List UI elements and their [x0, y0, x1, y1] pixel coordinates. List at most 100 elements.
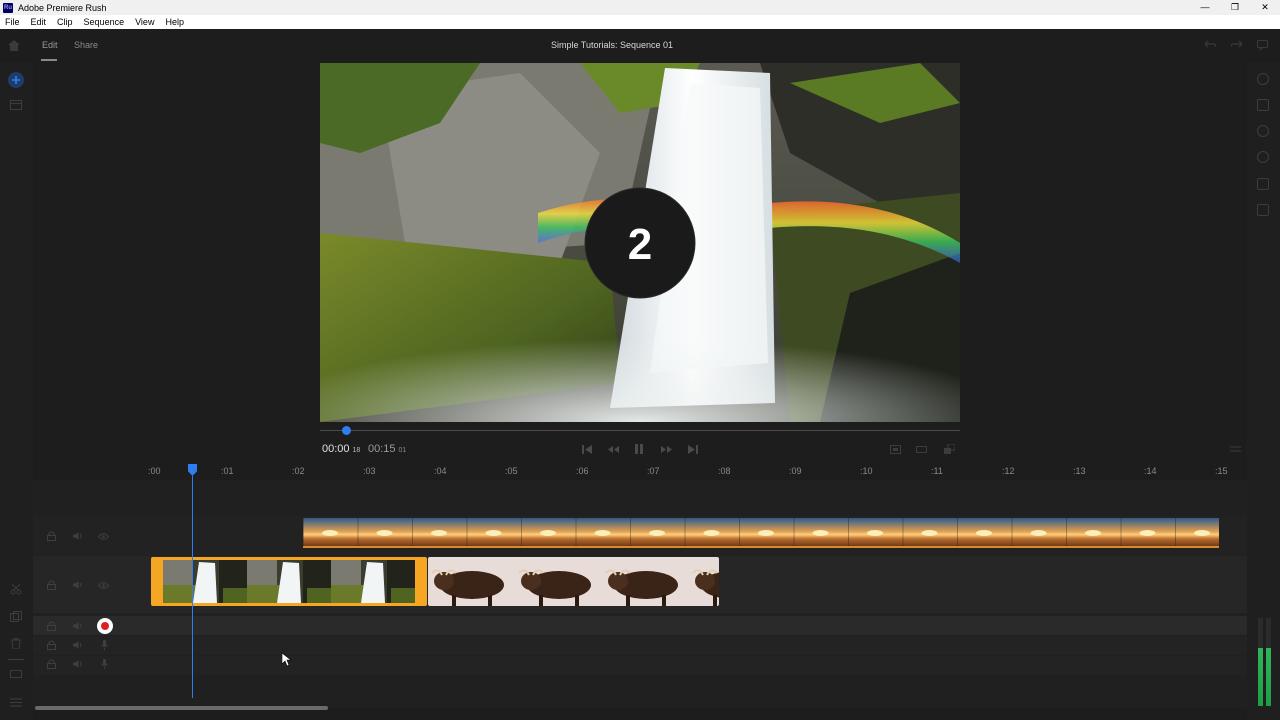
- duration-value: 00:15: [368, 443, 396, 455]
- tab-edit-underline: [41, 59, 57, 61]
- speaker-icon[interactable]: [73, 660, 83, 668]
- duration-time: 00:15 01: [368, 443, 406, 455]
- fullscreen-icon[interactable]: [944, 444, 955, 454]
- go-to-start-icon[interactable]: [582, 445, 592, 454]
- maximize-button[interactable]: ❐: [1220, 0, 1250, 15]
- highland-cattle-clip[interactable]: [428, 557, 719, 606]
- scrub-handle[interactable]: [342, 426, 351, 435]
- go-to-end-icon[interactable]: [688, 445, 698, 454]
- ruler-tick-label: :09: [789, 466, 802, 476]
- list-icon[interactable]: [10, 698, 22, 707]
- audio-meter-right: [1266, 648, 1271, 706]
- speaker-icon[interactable]: [73, 622, 83, 630]
- lock-icon[interactable]: [47, 640, 56, 650]
- aspect-ratio-icon[interactable]: [916, 445, 927, 454]
- time-ruler[interactable]: :00:01:02:03:04:05:06:07:08:09:10:11:12:…: [148, 462, 1246, 480]
- menu-edit[interactable]: Edit: [26, 17, 53, 27]
- audio-meter-right-bg: [1266, 618, 1271, 648]
- countdown-badge: 2: [584, 187, 696, 299]
- add-icon[interactable]: [7, 71, 25, 89]
- current-time-value: 00:00: [322, 443, 350, 455]
- eye-icon[interactable]: [98, 533, 109, 540]
- countdown-number: 2: [628, 220, 652, 269]
- ruler-tick-label: :13: [1073, 466, 1086, 476]
- transitions-icon[interactable]: [1257, 99, 1269, 111]
- audio-icon[interactable]: [1257, 178, 1269, 190]
- menu-file[interactable]: File: [0, 17, 26, 27]
- titles-icon[interactable]: [1257, 73, 1269, 85]
- record-voiceover-button[interactable]: [97, 618, 113, 634]
- media-icon[interactable]: [10, 100, 22, 110]
- duplicate-icon[interactable]: [10, 611, 22, 622]
- speaker-icon[interactable]: [73, 581, 83, 589]
- close-button[interactable]: ✕: [1250, 0, 1280, 15]
- speed-icon[interactable]: [1257, 151, 1269, 163]
- ruler-tick-label: :11: [931, 466, 943, 476]
- ruler-tick-label: :12: [1002, 466, 1015, 476]
- speaker-icon[interactable]: [73, 532, 83, 540]
- pause-icon[interactable]: [635, 444, 643, 454]
- step-forward-icon[interactable]: [661, 446, 672, 453]
- ruler-tick-label: :03: [363, 466, 376, 476]
- ruler-tick-label: :02: [292, 466, 305, 476]
- audio-meter-left: [1258, 648, 1263, 706]
- ruler-tick-label: :05: [505, 466, 518, 476]
- redo-icon[interactable]: [1231, 40, 1242, 49]
- playhead-line[interactable]: [192, 476, 193, 698]
- left-rail-divider: [8, 659, 24, 660]
- ruler-tick-label: :08: [718, 466, 731, 476]
- left-toolbar: [0, 62, 33, 720]
- current-time-frames: 18: [352, 447, 361, 454]
- timeline-scrollbar[interactable]: [35, 706, 328, 710]
- undo-icon[interactable]: [1205, 40, 1216, 49]
- menu-view[interactable]: View: [130, 17, 160, 27]
- menu-bar: File Edit Clip Sequence View Help: [0, 15, 1280, 29]
- mic-icon[interactable]: [101, 659, 108, 669]
- lock-icon[interactable]: [47, 531, 56, 541]
- fit-screen-icon[interactable]: [890, 445, 901, 454]
- desert-sunset-filmstrip: [303, 518, 1219, 546]
- window-titlebar: Ru Adobe Premiere Rush — ❐ ✕: [0, 0, 1280, 15]
- track-audio-1: [33, 616, 1247, 635]
- track-settings-icon[interactable]: [10, 670, 22, 678]
- effects-icon[interactable]: [1257, 125, 1269, 137]
- step-back-icon[interactable]: [608, 446, 619, 453]
- mouse-cursor-icon: [282, 653, 292, 667]
- ruler-tick-label: :14: [1144, 466, 1157, 476]
- ruler-tick-label: :10: [860, 466, 873, 476]
- menu-help[interactable]: Help: [160, 17, 190, 27]
- scrub-bar[interactable]: [320, 430, 960, 431]
- ruler-tick-label: :04: [434, 466, 447, 476]
- ruler-tick-label: :15: [1215, 466, 1228, 476]
- comment-icon[interactable]: [1257, 40, 1268, 50]
- track-audio-2: [33, 636, 1247, 655]
- current-time: 00:00 18: [322, 443, 360, 455]
- waterfall-filmstrip: [163, 560, 415, 603]
- menu-clip[interactable]: Clip: [52, 17, 79, 27]
- speaker-icon[interactable]: [73, 641, 83, 649]
- program-monitor[interactable]: 2: [320, 63, 960, 422]
- highland-cattle-filmstrip: [428, 557, 719, 606]
- ruler-tick-label: :01: [221, 466, 234, 476]
- audio-meter-left-bg: [1258, 618, 1263, 648]
- lock-icon[interactable]: [47, 580, 56, 590]
- scissors-icon[interactable]: [10, 584, 22, 595]
- lock-icon[interactable]: [47, 659, 56, 669]
- mic-icon[interactable]: [101, 640, 108, 650]
- crop-icon[interactable]: [1257, 204, 1269, 216]
- eye-icon[interactable]: [98, 582, 109, 589]
- ruler-tick-label: :07: [647, 466, 660, 476]
- sequence-title: Simple Tutorials: Sequence 01: [550, 40, 674, 50]
- duration-frames: 01: [398, 447, 407, 454]
- minimize-button[interactable]: —: [1190, 0, 1220, 15]
- lock-icon[interactable]: [47, 621, 56, 631]
- right-toolbar: [1247, 62, 1280, 720]
- menu-sequence[interactable]: Sequence: [79, 17, 131, 27]
- premiere-rush-app-icon: Ru: [3, 2, 13, 13]
- ruler-tick-label: :06: [576, 466, 589, 476]
- timeline-menu-icon[interactable]: [1230, 446, 1241, 452]
- trash-icon[interactable]: [10, 638, 22, 649]
- desert-sunset-clip[interactable]: [303, 518, 1219, 548]
- track-audio-3: [33, 656, 1247, 675]
- window-title: Adobe Premiere Rush: [18, 2, 107, 13]
